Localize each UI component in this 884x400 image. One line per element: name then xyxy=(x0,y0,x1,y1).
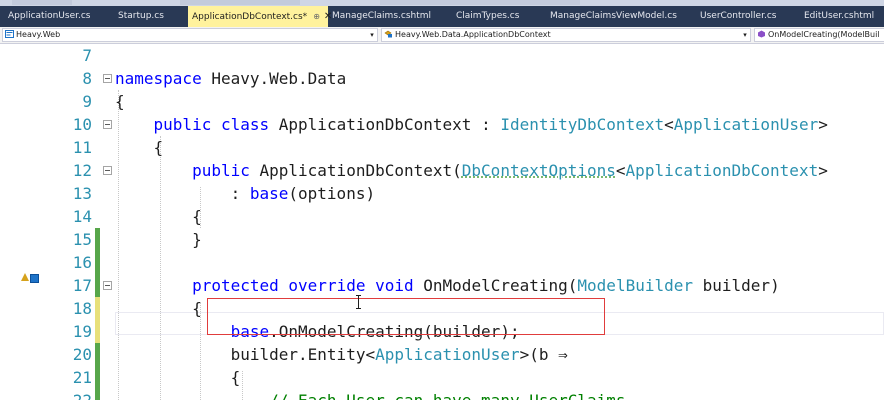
line-number: 17 xyxy=(72,276,92,295)
code-line: 12 public ApplicationDbContext(DbContext… xyxy=(0,159,884,182)
code-text: { xyxy=(115,299,202,318)
project-dropdown[interactable]: Heavy.Web ▾ xyxy=(2,28,378,42)
tab-label: ApplicationDbContext.cs* xyxy=(192,12,308,22)
collapse-toggle[interactable] xyxy=(103,74,112,83)
code-text: builder.Entity<ApplicationUser>(b ⇒ xyxy=(115,345,568,364)
line-number: 7 xyxy=(82,46,92,65)
type-dropdown[interactable]: Heavy.Web.Data.ApplicationDbContext ▾ xyxy=(381,28,751,42)
code-text: { xyxy=(115,368,241,387)
member-dropdown[interactable]: OnModelCreating(ModelBuil xyxy=(754,28,884,42)
collapse-toggle[interactable] xyxy=(103,120,112,129)
override-arrow-icon xyxy=(21,273,29,281)
code-line: 20 builder.Entity<ApplicationUser>(b ⇒ xyxy=(0,343,884,366)
change-marker-saved xyxy=(95,228,100,251)
code-line: 7 xyxy=(0,44,884,67)
tab-label: ManageClaimsViewModel.cs xyxy=(550,11,677,21)
code-line: 21 { xyxy=(0,366,884,389)
code-line: 10 public class ApplicationDbContext : I… xyxy=(0,113,884,136)
code-editor[interactable]: 7 8 namespace Heavy.Web.Data 9 { 10 publ… xyxy=(0,44,884,400)
tab-usercontroller[interactable]: UserController.cs xyxy=(696,6,796,27)
method-icon xyxy=(758,30,765,38)
line-number: 15 xyxy=(72,230,92,249)
type-name: Heavy.Web.Data.ApplicationDbContext xyxy=(395,30,551,39)
code-text: : base(options) xyxy=(115,184,376,203)
code-text: { xyxy=(115,207,202,226)
annotation-highlight-box xyxy=(207,298,605,335)
line-number: 11 xyxy=(72,138,92,157)
tab-label: UserController.cs xyxy=(700,11,777,21)
code-line: 11 { xyxy=(0,136,884,159)
collapse-toggle[interactable] xyxy=(103,166,112,175)
tab-edituser[interactable]: EditUser.cshtml xyxy=(800,6,884,27)
code-line: 9 { xyxy=(0,90,884,113)
code-text: protected override void OnModelCreating(… xyxy=(192,276,780,295)
tab-manageclaimsviewmodel[interactable]: ManageClaimsViewModel.cs xyxy=(546,6,692,27)
change-marker-saved xyxy=(95,251,100,274)
dropdown-arrow-icon: ▾ xyxy=(367,29,377,41)
project-name: Heavy.Web xyxy=(16,30,61,39)
change-marker-unsaved xyxy=(95,320,100,343)
code-text: { xyxy=(115,138,164,157)
tab-applicationuser[interactable]: ApplicationUser.cs xyxy=(4,6,112,27)
line-number: 14 xyxy=(72,207,92,226)
code-line: 14 { xyxy=(0,205,884,228)
toolbar-group xyxy=(12,0,72,5)
code-line: 16 xyxy=(0,251,884,274)
change-marker-unsaved xyxy=(95,297,100,320)
class-icon xyxy=(384,30,392,38)
tab-label: ApplicationUser.cs xyxy=(8,11,91,21)
method-icon xyxy=(30,274,39,283)
line-number: 12 xyxy=(72,161,92,180)
line-number: 16 xyxy=(72,253,92,272)
line-number: 19 xyxy=(72,322,92,341)
dropdown-arrow-icon: ▾ xyxy=(740,29,750,41)
code-line: 17 protected override void OnModelCreati… xyxy=(0,274,884,297)
code-text: // Each User can have many UserClaims xyxy=(115,389,625,400)
tab-label: ClaimTypes.cs xyxy=(456,11,520,21)
tab-applicationdbcontext[interactable]: ApplicationDbContext.cs* ⊕ ✕ xyxy=(188,6,332,27)
member-name: OnModelCreating(ModelBuil xyxy=(768,30,880,39)
code-text: } xyxy=(115,230,202,249)
line-number: 10 xyxy=(72,115,92,134)
code-line: 8 namespace Heavy.Web.Data xyxy=(0,67,884,90)
code-line: 13 : base(options) xyxy=(0,182,884,205)
change-marker-saved xyxy=(95,389,100,400)
code-line: 15 } xyxy=(0,228,884,251)
toolbar-group xyxy=(180,0,300,5)
line-number: 22 xyxy=(40,389,92,400)
collapse-toggle[interactable] xyxy=(103,281,112,290)
tab-claimtypes[interactable]: ClaimTypes.cs xyxy=(452,6,540,27)
csharp-project-icon xyxy=(5,30,14,38)
tab-label: Startup.cs xyxy=(118,11,164,21)
tab-startup[interactable]: Startup.cs xyxy=(114,6,186,27)
change-marker-saved xyxy=(95,366,100,389)
line-number: 21 xyxy=(72,368,92,387)
change-marker-saved xyxy=(95,343,100,366)
navigation-bar: Heavy.Web ▾ Heavy.Web.Data.ApplicationDb… xyxy=(0,27,884,44)
line-number: 9 xyxy=(82,92,92,111)
code-text: namespace Heavy.Web.Data xyxy=(115,69,347,88)
code-text: public class ApplicationDbContext : Iden… xyxy=(153,115,828,134)
line-number: 13 xyxy=(72,184,92,203)
line-number: 8 xyxy=(82,69,92,88)
code-text: public ApplicationDbContext(DbContextOpt… xyxy=(192,161,828,180)
document-tab-strip: ApplicationUser.cs Startup.cs Applicatio… xyxy=(0,6,884,27)
toolbar-group xyxy=(380,0,580,5)
line-number: 18 xyxy=(72,299,92,318)
text-cursor-icon xyxy=(355,295,363,309)
tab-manageclaims[interactable]: ManageClaims.cshtml xyxy=(328,6,444,27)
tab-label: EditUser.cshtml xyxy=(804,11,875,21)
tab-label: ManageClaims.cshtml xyxy=(332,11,432,21)
override-icon[interactable] xyxy=(21,272,39,284)
change-marker-saved xyxy=(95,274,100,297)
line-number: 20 xyxy=(72,345,92,364)
code-line: 22 // Each User can have many UserClaims xyxy=(0,389,884,400)
pin-icon[interactable]: ⊕ xyxy=(313,12,320,21)
code-text: { xyxy=(115,92,125,111)
